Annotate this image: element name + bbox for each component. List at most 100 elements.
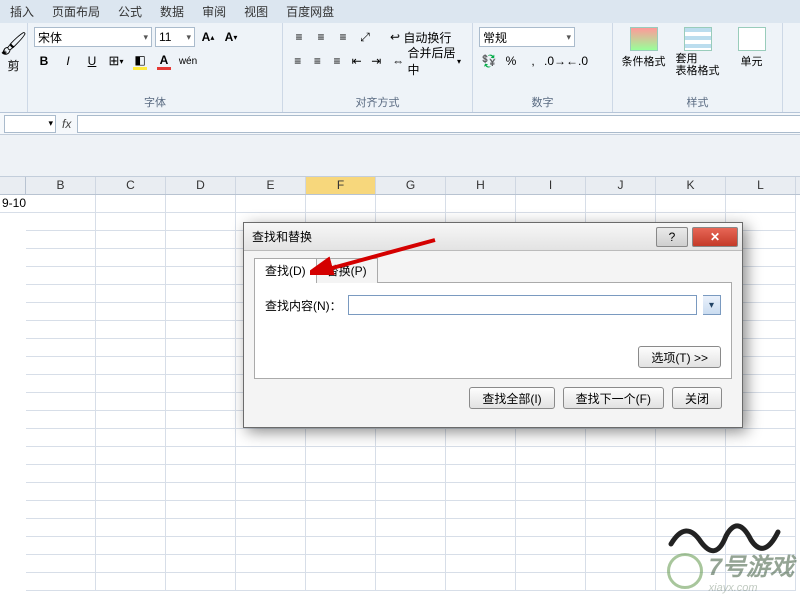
cell[interactable] — [26, 285, 96, 303]
cell[interactable] — [516, 195, 586, 213]
cell[interactable] — [446, 537, 516, 555]
cell[interactable] — [26, 231, 96, 249]
col-header[interactable]: C — [96, 177, 166, 194]
cell[interactable] — [236, 537, 306, 555]
cell[interactable] — [376, 555, 446, 573]
number-format-combo[interactable]: 常规 ▾ — [479, 27, 575, 47]
cell[interactable] — [166, 195, 236, 213]
cell[interactable] — [726, 447, 796, 465]
cell[interactable] — [656, 429, 726, 447]
cell[interactable] — [306, 501, 376, 519]
cell[interactable] — [236, 573, 306, 591]
cell[interactable] — [656, 483, 726, 501]
cell[interactable] — [166, 573, 236, 591]
cell[interactable] — [26, 483, 96, 501]
col-header[interactable]: G — [376, 177, 446, 194]
cell[interactable] — [26, 357, 96, 375]
cell[interactable] — [26, 429, 96, 447]
cell[interactable] — [166, 519, 236, 537]
tab-review[interactable]: 审阅 — [202, 3, 226, 20]
col-header[interactable]: B — [26, 177, 96, 194]
cell[interactable] — [726, 429, 796, 447]
cell[interactable] — [96, 501, 166, 519]
tab-insert[interactable]: 插入 — [10, 3, 34, 20]
align-right-icon[interactable]: ≡ — [328, 51, 346, 71]
cell[interactable] — [446, 519, 516, 537]
underline-button[interactable]: U — [82, 51, 102, 71]
font-name-combo[interactable]: 宋体 ▾ — [34, 27, 152, 47]
cell[interactable] — [236, 429, 306, 447]
col-header[interactable]: I — [516, 177, 586, 194]
cell[interactable] — [446, 501, 516, 519]
cell[interactable] — [376, 429, 446, 447]
cell[interactable] — [446, 195, 516, 213]
cell[interactable] — [26, 375, 96, 393]
cell-styles-button[interactable]: 单元 — [728, 27, 776, 77]
cell[interactable] — [96, 357, 166, 375]
formula-input[interactable] — [77, 115, 800, 133]
cell[interactable] — [166, 303, 236, 321]
font-size-combo[interactable]: 11 ▾ — [155, 27, 195, 47]
cell[interactable] — [166, 285, 236, 303]
orientation-icon[interactable]: ⤢ — [355, 27, 375, 47]
conditional-format-button[interactable]: 条件格式 — [620, 27, 668, 77]
decrease-font-icon[interactable]: A▾ — [221, 27, 241, 47]
cell[interactable] — [26, 537, 96, 555]
cell[interactable] — [446, 429, 516, 447]
cell[interactable] — [166, 375, 236, 393]
cell[interactable] — [166, 555, 236, 573]
cell[interactable] — [26, 465, 96, 483]
cell[interactable] — [166, 321, 236, 339]
cell[interactable] — [376, 537, 446, 555]
cell[interactable] — [586, 465, 656, 483]
col-header[interactable]: E — [236, 177, 306, 194]
currency-button[interactable]: 💱 — [479, 51, 499, 71]
cell[interactable] — [96, 537, 166, 555]
cell[interactable] — [586, 447, 656, 465]
col-header[interactable]: K — [656, 177, 726, 194]
cell[interactable] — [96, 447, 166, 465]
tab-view[interactable]: 视图 — [244, 3, 268, 20]
cell[interactable] — [306, 429, 376, 447]
cell[interactable] — [166, 213, 236, 231]
bold-button[interactable]: B — [34, 51, 54, 71]
cell[interactable] — [96, 267, 166, 285]
indent-dec-icon[interactable]: ⇤ — [348, 51, 366, 71]
cell[interactable] — [26, 267, 96, 285]
cell[interactable] — [376, 519, 446, 537]
cell[interactable] — [586, 573, 656, 591]
cell[interactable] — [26, 213, 96, 231]
cell[interactable] — [726, 465, 796, 483]
cell[interactable] — [166, 339, 236, 357]
align-center-icon[interactable]: ≡ — [309, 51, 327, 71]
tab-pagelayout[interactable]: 页面布局 — [52, 3, 100, 20]
cell[interactable] — [586, 483, 656, 501]
col-header[interactable]: J — [586, 177, 656, 194]
cell[interactable] — [516, 573, 586, 591]
cell[interactable] — [26, 519, 96, 537]
cell[interactable] — [586, 501, 656, 519]
borders-button[interactable]: ⊞▾ — [106, 51, 126, 71]
cell[interactable] — [726, 483, 796, 501]
cell[interactable] — [166, 447, 236, 465]
cell[interactable] — [166, 393, 236, 411]
cell[interactable] — [586, 537, 656, 555]
cell[interactable] — [26, 555, 96, 573]
cell[interactable] — [656, 465, 726, 483]
cell[interactable] — [96, 429, 166, 447]
cell[interactable] — [96, 231, 166, 249]
close-icon[interactable]: ✕ — [692, 227, 738, 247]
cell[interactable] — [96, 321, 166, 339]
align-bottom-icon[interactable]: ≡ — [333, 27, 353, 47]
cell[interactable] — [306, 465, 376, 483]
cell[interactable] — [166, 357, 236, 375]
cell[interactable] — [656, 447, 726, 465]
cell[interactable] — [516, 483, 586, 501]
comma-button[interactable]: , — [523, 51, 543, 71]
cell[interactable] — [516, 429, 586, 447]
cell[interactable] — [376, 483, 446, 501]
cell[interactable] — [166, 429, 236, 447]
cell[interactable] — [306, 573, 376, 591]
cell[interactable] — [166, 483, 236, 501]
cell[interactable] — [236, 483, 306, 501]
